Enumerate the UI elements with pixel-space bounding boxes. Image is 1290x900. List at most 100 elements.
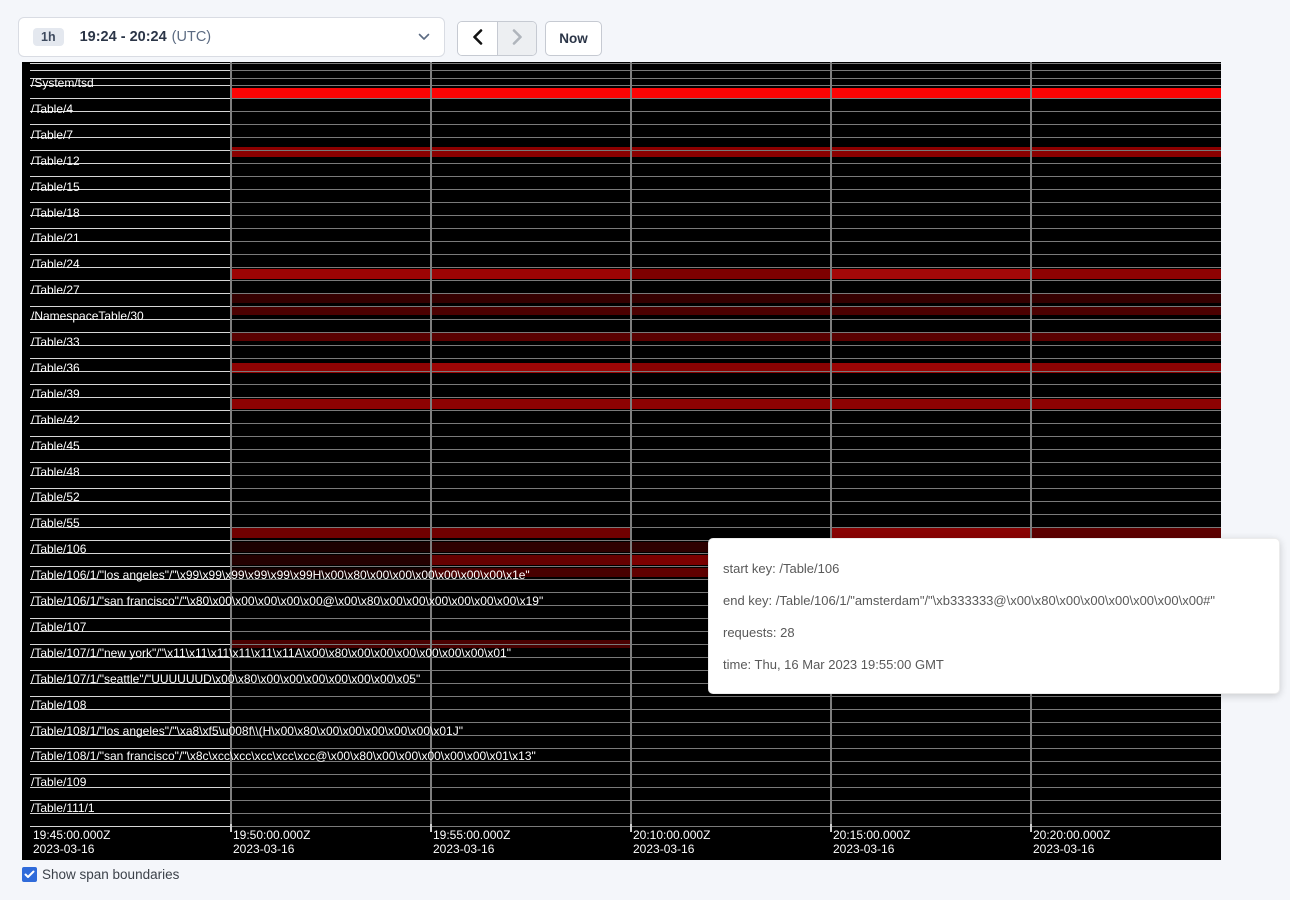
span-boundary-line xyxy=(30,501,1221,502)
span-row-label: /NamespaceTable/30 xyxy=(31,310,144,323)
time-gridline xyxy=(1030,62,1032,825)
x-axis-label: 20:20:00.000Z2023-03-16 xyxy=(1033,828,1110,856)
span-boundary-line xyxy=(30,150,1221,151)
axis-tick xyxy=(830,824,832,832)
span-boundary-line xyxy=(30,709,1221,710)
axis-date: 2023-03-16 xyxy=(233,842,310,856)
heat-bar xyxy=(231,88,1221,98)
span-boundary-line xyxy=(30,319,1221,320)
previous-time-button[interactable] xyxy=(458,22,497,55)
heat-bar xyxy=(231,147,1221,157)
span-boundary-line xyxy=(30,254,1221,255)
chevron-left-icon xyxy=(472,29,483,48)
time-gridline xyxy=(830,62,832,825)
heat-bar xyxy=(231,332,1221,341)
key-visualizer-page: 1h 19:24 - 20:24 (UTC) Now /System/tsd/T… xyxy=(0,0,1290,900)
time-gridline xyxy=(630,62,632,825)
show-span-boundaries-control[interactable]: Show span boundaries xyxy=(22,867,179,882)
span-boundary-line xyxy=(30,63,1221,64)
span-boundary-line xyxy=(30,85,1221,86)
span-row-label: /Table/108/1/"san francisco"/"\x8c\xcc\x… xyxy=(31,750,536,763)
axis-time: 20:20:00.000Z xyxy=(1033,828,1110,842)
now-button[interactable]: Now xyxy=(545,21,602,56)
chevron-down-icon xyxy=(418,33,430,41)
span-boundary-line xyxy=(30,137,1221,138)
axis-date: 2023-03-16 xyxy=(633,842,710,856)
span-boundary-line xyxy=(30,826,1221,827)
tooltip-start-key: start key: /Table/106 xyxy=(723,553,1265,585)
span-boundary-line xyxy=(30,462,1221,463)
span-boundary-line xyxy=(30,787,1221,788)
axis-time: 19:45:00.000Z xyxy=(33,828,110,842)
span-boundary-line xyxy=(30,774,1221,775)
span-row-label: /Table/36 xyxy=(31,362,80,375)
span-boundary-line xyxy=(30,98,1221,99)
span-row-label: /Table/111/1 xyxy=(31,802,95,815)
next-time-button[interactable] xyxy=(497,22,536,55)
span-boundary-line xyxy=(30,70,1221,71)
span-row-label: /Table/108/1/"los angeles"/"\xa8\xf5\u00… xyxy=(31,725,463,738)
heat-bar xyxy=(231,399,1221,409)
time-gridline xyxy=(430,62,432,825)
span-boundary-line xyxy=(30,371,1221,372)
span-boundary-line xyxy=(30,111,1221,112)
span-row-label: /Table/33 xyxy=(31,336,80,349)
span-boundary-line xyxy=(30,176,1221,177)
axis-time: 20:10:00.000Z xyxy=(633,828,710,842)
span-row-label: /Table/12 xyxy=(31,155,80,168)
span-boundary-line xyxy=(30,163,1221,164)
checkbox-checked-icon[interactable] xyxy=(22,867,37,882)
x-axis-label: 19:50:00.000Z2023-03-16 xyxy=(233,828,310,856)
span-boundary-line xyxy=(30,241,1221,242)
span-boundary-line xyxy=(30,124,1221,125)
span-row-label: /Table/55 xyxy=(31,517,80,530)
heat-bar xyxy=(431,555,631,565)
x-axis-label: 20:10:00.000Z2023-03-16 xyxy=(633,828,710,856)
span-row-label: /Table/39 xyxy=(31,388,80,401)
span-row-label: /Table/106/1/"san francisco"/"\x80\x00\x… xyxy=(31,595,543,608)
span-boundary-line xyxy=(30,228,1221,229)
tooltip-end-key: end key: /Table/106/1/"amsterdam"/"\xb33… xyxy=(723,585,1265,617)
time-range-selector[interactable]: 1h 19:24 - 20:24 (UTC) xyxy=(18,17,445,57)
span-boundary-line xyxy=(30,267,1221,268)
span-boundary-line xyxy=(30,78,1221,79)
span-boundary-line xyxy=(30,527,1221,528)
span-row-label: /Table/108 xyxy=(31,699,86,712)
span-boundary-line xyxy=(30,475,1221,476)
span-row-label: /System/tsd xyxy=(31,77,94,90)
axis-tick xyxy=(1030,824,1032,832)
span-boundary-line xyxy=(30,384,1221,385)
span-boundary-line xyxy=(30,280,1221,281)
span-row-label: /Table/107/1/"seattle"/"UUUUUUD\x00\x80\… xyxy=(31,673,420,686)
span-tooltip: start key: /Table/106 end key: /Table/10… xyxy=(708,538,1280,694)
span-boundary-line xyxy=(30,514,1221,515)
span-row-label: /Table/48 xyxy=(31,466,80,479)
span-boundary-line xyxy=(30,345,1221,346)
span-row-label: /Table/106 xyxy=(31,543,86,556)
span-boundary-line xyxy=(30,813,1221,814)
duration-badge: 1h xyxy=(33,28,64,46)
span-boundary-line xyxy=(30,306,1221,307)
span-row-label: /Table/27 xyxy=(31,284,80,297)
axis-time: 19:55:00.000Z xyxy=(433,828,510,842)
x-axis-label: 19:45:00.000Z2023-03-16 xyxy=(33,828,110,856)
heat-bar xyxy=(231,306,1221,315)
key-visualizer-canvas[interactable]: /System/tsd/Table/4/Table/7/Table/12/Tab… xyxy=(22,62,1221,860)
timezone-label: (UTC) xyxy=(172,29,211,45)
tooltip-requests: requests: 28 xyxy=(723,617,1265,649)
span-boundary-line xyxy=(30,800,1221,801)
heat-bar xyxy=(831,269,1031,279)
axis-tick xyxy=(230,824,232,832)
span-boundary-line xyxy=(30,696,1221,697)
span-boundary-line xyxy=(30,397,1221,398)
heat-bar xyxy=(1031,528,1221,538)
axis-date: 2023-03-16 xyxy=(1033,842,1110,856)
span-row-label: /Table/21 xyxy=(31,232,80,245)
span-row-label: /Table/107 xyxy=(31,621,86,634)
span-row-label: /Table/107/1/"new york"/"\x11\x11\x11\x1… xyxy=(31,647,511,660)
axis-date: 2023-03-16 xyxy=(833,842,910,856)
span-boundary-line xyxy=(30,293,1221,294)
span-row-label: /Table/24 xyxy=(31,258,80,271)
axis-date: 2023-03-16 xyxy=(433,842,510,856)
heat-bar xyxy=(231,542,431,552)
